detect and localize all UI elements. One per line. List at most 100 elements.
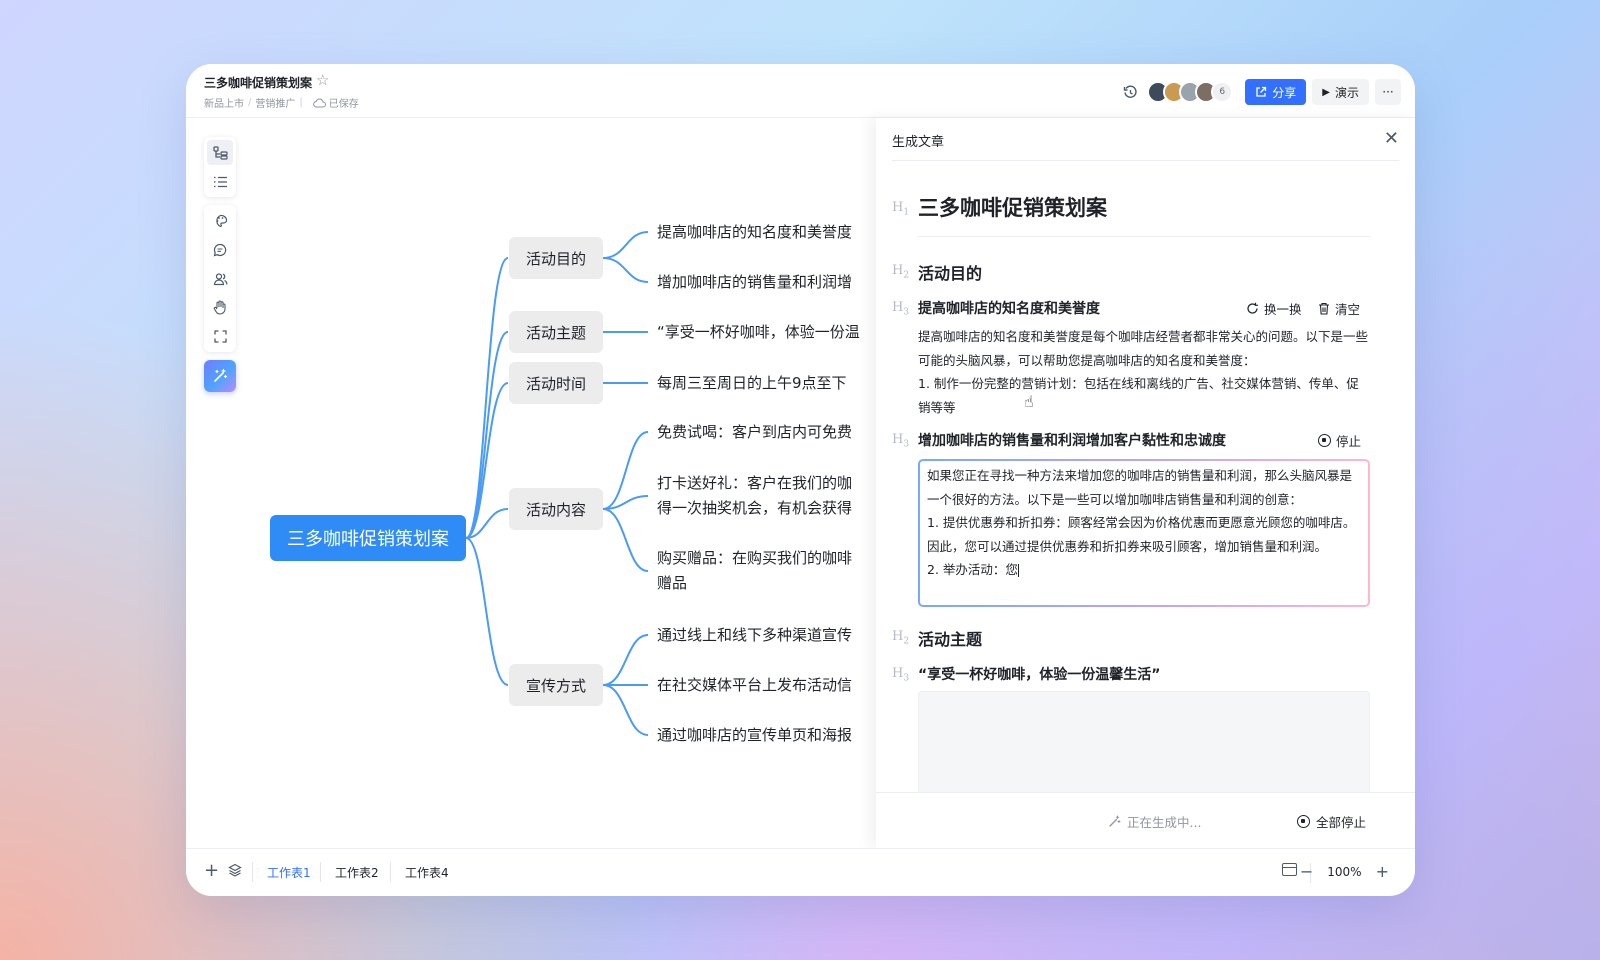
connector (602, 231, 649, 259)
leaf-node[interactable]: 提高咖啡店的知名度和美誉度 (657, 219, 867, 245)
save-status: 已保存 (312, 95, 359, 110)
leaf-node[interactable]: 通过咖啡店的宣传单页和海报 (657, 722, 867, 748)
heading1-icon: H1 (892, 200, 910, 218)
zoom-in-button[interactable]: + (1376, 862, 1389, 881)
subsection-heading[interactable]: 增加咖啡店的销售量和利润增加客户黏性和忠诚度 (918, 430, 1226, 450)
connector (602, 634, 649, 686)
divider (918, 236, 1370, 237)
sheet-tab[interactable]: 工作表2 (335, 864, 379, 881)
heading3-icon: H3 (892, 300, 910, 318)
bottom-bar: + 工作表1 工作表2 工作表4 − 100% + (186, 848, 1415, 896)
sheet-tab[interactable]: 工作表4 (405, 864, 449, 881)
generate-article-panel: 生成文章 ✕ H1 三多咖啡促销策划案 H2 活动目的 H3 提高咖啡店的知名度… (876, 118, 1415, 848)
stop-button[interactable]: 停止 (1318, 431, 1361, 450)
branch-node[interactable]: 活动主题 (509, 311, 603, 353)
divider (320, 862, 321, 882)
section-heading[interactable]: 活动目的 (918, 260, 982, 284)
section-heading[interactable]: 活动主题 (918, 626, 982, 650)
connector (602, 257, 649, 283)
text-caret (1017, 564, 1019, 577)
close-icon[interactable]: ✕ (1384, 128, 1399, 149)
play-icon: ▶ (1322, 86, 1330, 98)
share-button[interactable]: 分享 (1245, 79, 1307, 105)
document-title[interactable]: 三多咖啡促销策划案 (204, 74, 312, 91)
connector (465, 382, 509, 539)
history-icon[interactable] (1119, 81, 1141, 103)
refresh-icon (1247, 302, 1258, 314)
stop-all-button[interactable]: 全部停止 (1297, 812, 1366, 831)
stop-icon (1297, 815, 1310, 828)
list-item: 2. 举办活动：您 (927, 562, 1018, 577)
list-item: 1. 提供优惠券和折扣券：顾客经常会因为价格优惠而更愿意光顾您的咖啡店。因此，您… (927, 515, 1356, 554)
breadcrumb: 新品上市 / 营销推广 | 已保存 (204, 95, 359, 110)
star-icon[interactable]: ☆ (316, 71, 329, 89)
present-label: 演示 (1334, 85, 1359, 100)
generating-text-box[interactable]: 如果您正在寻找一种方法来增加您的咖啡店的销售量和利润，那么头脑风暴是一个很好的方… (918, 459, 1370, 607)
stop-all-label: 全部停止 (1316, 815, 1367, 830)
layers-icon[interactable] (228, 863, 242, 881)
header-actions: 6 分享 ▶ 演示 ··· (1119, 79, 1401, 105)
divider: | (299, 97, 303, 108)
leaf-node[interactable]: 每周三至周日的上午9点至下 (657, 370, 867, 396)
leaf-node[interactable]: “享受一杯好咖啡，体验一份温 (657, 319, 867, 345)
divider (390, 862, 391, 882)
refresh-label: 换一换 (1264, 302, 1302, 317)
pending-content-placeholder (918, 691, 1370, 799)
paragraph-text: 如果您正在寻找一种方法来增加您的咖啡店的销售量和利润，那么头脑风暴是一个很好的方… (927, 468, 1353, 507)
leaf-node[interactable]: 增加咖啡店的销售量和利润增 (657, 269, 867, 295)
zoom-out-button[interactable]: − (1300, 862, 1313, 881)
subsection-heading[interactable]: “享受一杯好咖啡，体验一份温馨生活” (918, 664, 1160, 684)
leaf-node[interactable]: 购买赠品：在购买我们的咖啡 (657, 545, 867, 571)
add-sheet-icon[interactable]: + (204, 860, 219, 881)
branch-node[interactable]: 宣传方式 (509, 664, 603, 706)
panel-footer: 正在生成中... 全部停止 (876, 792, 1415, 848)
clear-button[interactable]: 清空 (1318, 299, 1360, 318)
connector (602, 684, 649, 736)
subsection-heading[interactable]: 提高咖啡店的知名度和美誉度 (918, 298, 1100, 318)
heading3-icon: H3 (892, 666, 910, 684)
stop-label: 停止 (1336, 434, 1362, 449)
clear-label: 清空 (1335, 302, 1361, 317)
generating-status: 正在生成中... (1108, 812, 1201, 831)
trash-icon (1319, 302, 1329, 315)
mindmap-root-node[interactable]: 三多咖啡促销策划案 (270, 515, 466, 561)
heading2-icon: H2 (892, 263, 910, 281)
present-button[interactable]: ▶ 演示 (1312, 79, 1369, 105)
branch-node[interactable]: 活动时间 (509, 362, 603, 404)
mindmap-canvas[interactable]: 三多咖啡促销策划案 活动目的 活动主题 活动时间 活动内容 宣传方式 提高咖啡店… (186, 118, 866, 848)
paragraph[interactable]: 提高咖啡店的知名度和美誉度是每个咖啡店经营者都非常关心的问题。以下是一些可能的头… (918, 325, 1370, 419)
cloud-icon (312, 98, 326, 107)
heading3-icon: H3 (892, 432, 910, 450)
breadcrumb-item[interactable]: 营销推广 (255, 95, 295, 110)
divider (892, 160, 1399, 161)
zoom-level[interactable]: 100% (1327, 865, 1361, 879)
sheet-tab[interactable]: 工作表1 (267, 864, 311, 881)
leaf-node[interactable]: 打卡送好礼：客户在我们的咖 (657, 470, 867, 496)
connector (602, 508, 649, 572)
connector (465, 537, 509, 686)
leaf-node[interactable]: 在社交媒体平台上发布活动信 (657, 672, 867, 698)
connector (465, 257, 509, 539)
branch-node[interactable]: 活动目的 (509, 237, 603, 279)
collaborator-avatars[interactable]: 6 (1147, 81, 1234, 103)
paragraph-text: 提高咖啡店的知名度和美誉度是每个咖啡店经营者都非常关心的问题。以下是一些可能的头… (918, 329, 1369, 368)
layout-icon[interactable] (1282, 863, 1297, 876)
branch-node[interactable]: 活动内容 (509, 488, 603, 530)
collaborator-count: 6 (1211, 81, 1234, 103)
magic-wand-icon (1109, 815, 1121, 827)
list-item: 1. 制作一份完整的营销计划：包括在线和离线的广告、社交媒体营销、传单、促销等等 (918, 376, 1359, 415)
more-button[interactable]: ··· (1375, 79, 1401, 105)
share-label: 分享 (1272, 85, 1297, 100)
breadcrumb-separator: / (248, 97, 252, 108)
leaf-node[interactable]: 免费试喝：客户到店内可免费 (657, 419, 867, 445)
refresh-button[interactable]: 换一换 (1246, 299, 1302, 318)
breadcrumb-item[interactable]: 新品上市 (204, 95, 244, 110)
leaf-node: 赠品 (657, 574, 688, 592)
generating-label: 正在生成中... (1127, 815, 1202, 830)
saved-label: 已保存 (328, 99, 359, 110)
zoom-control: − 100% + (1300, 862, 1389, 881)
leaf-node: 得一次抽奖机会，有机会获得 (657, 499, 853, 517)
hand-cursor-icon: ☝ (1024, 392, 1034, 411)
article-title[interactable]: 三多咖啡促销策划案 (918, 192, 1107, 222)
leaf-node[interactable]: 通过线上和线下多种渠道宣传 (657, 622, 867, 648)
